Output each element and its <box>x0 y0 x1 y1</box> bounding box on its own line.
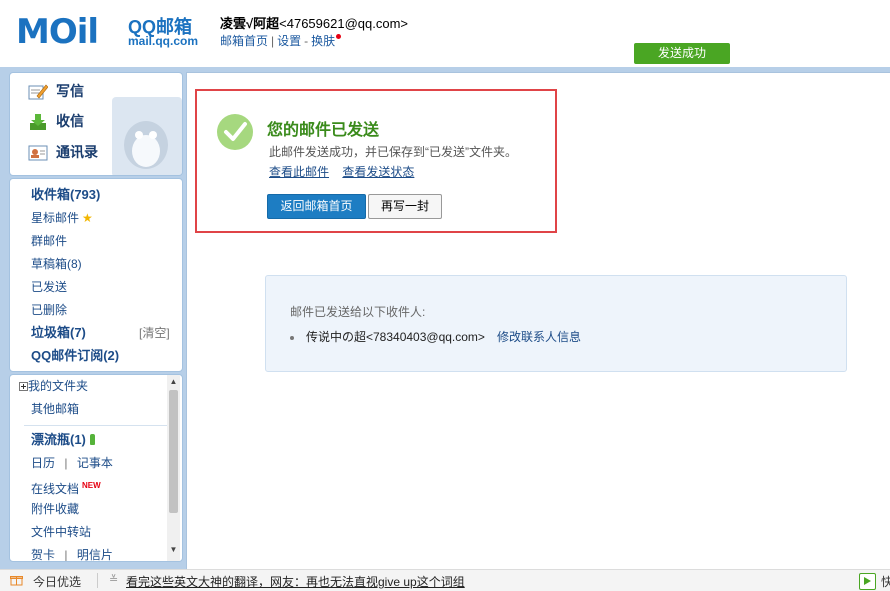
send-success-box: 您的邮件已发送 此邮件发送成功，并已保存到“已发送”文件夹。 查看此邮件 查看发… <box>195 89 557 233</box>
header-links: 邮箱首页 | 设置 - 换肤 <box>220 32 342 49</box>
link-separator: | <box>271 34 275 48</box>
receive-mail-label: 收信 <box>56 113 84 129</box>
link-separator: | <box>64 456 68 470</box>
today-picks-label[interactable]: 今日优选 <box>33 573 81 590</box>
recipients-title: 邮件已发送给以下收件人: <box>290 305 426 319</box>
play-icon[interactable] <box>859 573 876 590</box>
contacts-card-icon <box>28 144 48 162</box>
success-title: 您的邮件已发送 <box>267 122 380 139</box>
success-description: 此邮件发送成功，并已保存到“已发送”文件夹。 <box>269 145 517 159</box>
folder-group[interactable]: 群邮件 <box>31 232 67 250</box>
link-separator: | <box>64 548 68 562</box>
scroll-up-arrow-icon[interactable]: ▲ <box>167 375 180 388</box>
logo-domain: mail.qq.com <box>128 34 199 48</box>
folder-starred-label: 星标邮件 <box>31 211 80 225</box>
edit-contact-link[interactable]: 修改联系人信息 <box>497 330 581 344</box>
folder-spam[interactable]: 垃圾箱(7) <box>31 324 86 342</box>
greeting-cards-link[interactable]: 贺卡 <box>31 548 55 561</box>
news-headline-link[interactable]: 看完这些英文大神的翻译，网友：再也无法直视give up这个词组 <box>126 573 465 590</box>
receive-download-icon <box>28 113 48 131</box>
folder-starred[interactable]: 星标邮件 ★ <box>31 209 93 227</box>
scroll-thumb[interactable] <box>169 390 178 513</box>
nav-scrollbar[interactable]: ▲ ▼ <box>167 375 180 561</box>
view-send-status-link[interactable]: 查看发送状态 <box>342 165 414 179</box>
calendar-link[interactable]: 日历 <box>31 456 55 470</box>
calendar-notebook-row: 日历 | 记事本 <box>31 454 113 472</box>
return-home-button[interactable]: 返回邮箱首页 <box>267 194 366 219</box>
double-chevron-down-icon: ≚ <box>109 574 119 586</box>
new-badge: NEW <box>82 481 101 490</box>
mailbox-home-link[interactable]: 邮箱首页 <box>220 34 268 48</box>
corner-label: 快 <box>881 575 890 589</box>
view-mail-link[interactable]: 查看此邮件 <box>269 165 329 179</box>
change-skin-link[interactable]: 换肤 <box>311 34 335 48</box>
receive-mail-button[interactable]: 收信 <box>28 110 84 132</box>
recipients-box: 邮件已发送给以下收件人: 传说中の超<78340403@qq.com> 修改联系人… <box>265 275 847 372</box>
gift-icon <box>10 576 23 586</box>
extra-panel: 我的文件夹 其他邮箱 漂流瓶(1) 日历 | 记事本 在线文档 NEW 附件收藏 … <box>9 374 183 562</box>
expand-plus-icon <box>19 382 28 391</box>
file-transfer-link[interactable]: 文件中转站 <box>31 523 91 541</box>
attachments-link[interactable]: 附件收藏 <box>31 500 79 518</box>
online-docs-label: 在线文档 <box>31 482 80 496</box>
header: MOil QQ邮箱 mail.qq.com 凌雲√阿超<47659621@qq.… <box>0 0 890 67</box>
folders-panel: 收件箱(793) 星标邮件 ★ 群邮件 草稿箱(8) 已发送 已删除 垃圾箱(7)… <box>9 178 183 372</box>
contacts-label: 通讯录 <box>56 144 98 160</box>
recipient-address: 传说中の超<78340403@qq.com> <box>306 330 485 344</box>
logo-mail-word: MOil <box>16 12 99 52</box>
recipient-item: 传说中の超<78340403@qq.com> 修改联系人信息 <box>290 328 581 345</box>
scroll-down-arrow-icon[interactable]: ▼ <box>167 543 180 556</box>
online-docs-link[interactable]: 在线文档 NEW <box>31 477 101 496</box>
notebook-link[interactable]: 记事本 <box>77 456 113 470</box>
divider <box>24 425 168 426</box>
compose-pencil-icon <box>28 83 49 101</box>
star-icon: ★ <box>82 211 93 225</box>
bullet-icon <box>290 335 294 340</box>
folder-drafts[interactable]: 草稿箱(8) <box>31 255 82 273</box>
qq-mail-logo[interactable]: MOil QQ邮箱 mail.qq.com <box>16 12 202 52</box>
bottom-bar: 今日优选 ≚ 看完这些英文大神的翻译，网友：再也无法直视give up这个词组 … <box>0 569 890 591</box>
cards-row: 贺卡 | 明信片 <box>31 546 113 562</box>
notification-dot-icon <box>336 34 342 39</box>
success-links: 查看此邮件 查看发送状态 <box>269 163 424 180</box>
compose-button[interactable]: 写信 <box>28 80 84 102</box>
drift-bottle-link[interactable]: 漂流瓶(1) <box>31 431 95 449</box>
folder-sent[interactable]: 已发送 <box>31 278 67 296</box>
bottle-icon <box>89 434 95 445</box>
compose-label: 写信 <box>56 83 84 99</box>
penguin-watermark-icon <box>112 97 182 175</box>
folder-deleted[interactable]: 已删除 <box>31 301 67 319</box>
link-separator: - <box>304 34 309 48</box>
clear-spam-link[interactable]: [清空] <box>139 324 170 342</box>
user-name: 凌雲√阿超 <box>220 16 280 31</box>
write-another-button[interactable]: 再写一封 <box>368 194 442 219</box>
send-success-status: 发送成功 <box>634 43 730 64</box>
user-email: <47659621@qq.com> <box>279 16 408 31</box>
settings-link[interactable]: 设置 <box>277 34 301 48</box>
user-info: 凌雲√阿超<47659621@qq.com> <box>220 13 408 32</box>
quick-actions-panel: 写信 收信 通讯录 <box>9 72 183 176</box>
success-check-icon <box>217 114 253 150</box>
my-folders-toggle[interactable]: 我的文件夹 <box>19 377 88 395</box>
folder-inbox[interactable]: 收件箱(793) <box>31 186 100 204</box>
postcards-link[interactable]: 明信片 <box>77 548 113 561</box>
drift-bottle-label: 漂流瓶(1) <box>31 432 86 447</box>
divider <box>97 573 98 588</box>
contacts-button[interactable]: 通讯录 <box>28 141 98 163</box>
my-folders-label: 我的文件夹 <box>28 379 89 393</box>
other-mailboxes-link[interactable]: 其他邮箱 <box>31 400 79 418</box>
folder-subscriptions[interactable]: QQ邮件订阅(2) <box>31 347 119 365</box>
